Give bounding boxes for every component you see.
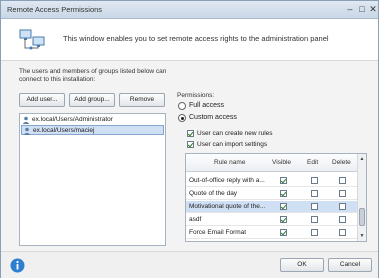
rule-name: asdf: [189, 216, 202, 223]
visible-checkbox[interactable]: [280, 229, 287, 236]
create-rules-label: User can create new rules: [197, 130, 273, 137]
table-row[interactable]: asdf: [186, 214, 358, 226]
close-icon[interactable]: ✕: [368, 4, 378, 14]
info-icon[interactable]: [10, 258, 25, 273]
network-computers-icon: [19, 29, 45, 50]
column-header-visible[interactable]: Visible: [272, 159, 291, 166]
rules-table: Rule name Visible Edit Delete Out-of-off…: [185, 153, 367, 242]
edit-checkbox[interactable]: [311, 203, 318, 210]
rule-name: Quote of the day: [189, 190, 238, 197]
create-rules-checkbox[interactable]: User can create new rules: [187, 129, 307, 138]
ok-button[interactable]: OK: [280, 258, 324, 272]
user-icon: [22, 116, 30, 124]
visible-checkbox[interactable]: [280, 190, 287, 197]
visible-checkbox[interactable]: [280, 216, 287, 223]
table-row[interactable]: Force Email Format: [186, 227, 358, 239]
cancel-button[interactable]: Cancel: [328, 258, 372, 272]
user-label: ex.local/Users/Administrator: [32, 116, 113, 123]
column-header-rule-name[interactable]: Rule name: [214, 159, 245, 166]
user-list: ex.local/Users/Administrator ex.local/Us…: [19, 113, 166, 246]
import-settings-label: User can import settings: [197, 141, 268, 148]
radio-indicator: [178, 102, 186, 110]
user-icon: [23, 127, 31, 135]
delete-checkbox[interactable]: [339, 216, 346, 223]
maximize-icon[interactable]: □: [357, 4, 367, 14]
visible-checkbox[interactable]: [280, 177, 287, 184]
column-header-delete[interactable]: Delete: [332, 159, 351, 166]
column-header-edit[interactable]: Edit: [307, 159, 318, 166]
list-item[interactable]: ex.local/Users/maciej: [21, 125, 164, 135]
full-access-radio[interactable]: Full access: [178, 101, 278, 111]
list-item[interactable]: ex.local/Users/Administrator: [21, 115, 164, 125]
edit-checkbox[interactable]: [311, 229, 318, 236]
minimize-icon[interactable]: –: [345, 4, 355, 14]
delete-checkbox[interactable]: [339, 190, 346, 197]
delete-checkbox[interactable]: [339, 203, 346, 210]
table-scrollbar[interactable]: ▲ ▼: [357, 154, 366, 241]
radio-indicator: [178, 114, 186, 122]
add-group-button[interactable]: Add group...: [69, 93, 115, 107]
dialog-footer: OK Cancel: [1, 251, 378, 278]
import-settings-checkbox[interactable]: User can import settings: [187, 140, 307, 149]
visible-checkbox[interactable]: [280, 203, 287, 210]
scroll-down-icon[interactable]: ▼: [358, 232, 366, 240]
custom-access-label: Custom access: [189, 114, 237, 121]
edit-checkbox[interactable]: [311, 177, 318, 184]
permissions-label: Permissions:: [177, 92, 215, 99]
add-user-button[interactable]: Add user...: [19, 93, 65, 107]
custom-access-radio[interactable]: Custom access: [178, 113, 278, 123]
window-title: Remote Access Permissions: [7, 5, 103, 14]
table-row[interactable]: Quote of the day: [186, 188, 358, 200]
table-row[interactable]: Motivational quote of the...: [186, 201, 358, 213]
edit-checkbox[interactable]: [311, 190, 318, 197]
remove-button[interactable]: Remove: [119, 93, 165, 107]
scroll-thumb[interactable]: [359, 208, 365, 226]
checkbox-box: [187, 141, 194, 148]
rule-name: Force Email Format: [189, 229, 247, 236]
delete-checkbox[interactable]: [339, 177, 346, 184]
header-panel: This window enables you to set remote ac…: [1, 19, 378, 61]
checkbox-box: [187, 130, 194, 137]
edit-checkbox[interactable]: [311, 216, 318, 223]
delete-checkbox[interactable]: [339, 229, 346, 236]
header-message: This window enables you to set remote ac…: [63, 34, 329, 43]
user-label: ex.local/Users/maciej: [33, 127, 95, 134]
scroll-up-icon[interactable]: ▲: [358, 155, 366, 163]
title-bar: Remote Access Permissions – □ ✕: [1, 1, 378, 19]
table-row[interactable]: Out-of-office reply with a...: [186, 175, 358, 187]
remote-access-window: Remote Access Permissions – □ ✕ This win…: [0, 0, 379, 278]
rule-name: Motivational quote of the...: [189, 203, 266, 210]
full-access-label: Full access: [189, 102, 225, 109]
users-intro-text: The users and members of groups listed b…: [19, 68, 167, 83]
rule-name: Out-of-office reply with a...: [189, 177, 265, 184]
table-header: Rule name Visible Edit Delete: [186, 154, 358, 172]
